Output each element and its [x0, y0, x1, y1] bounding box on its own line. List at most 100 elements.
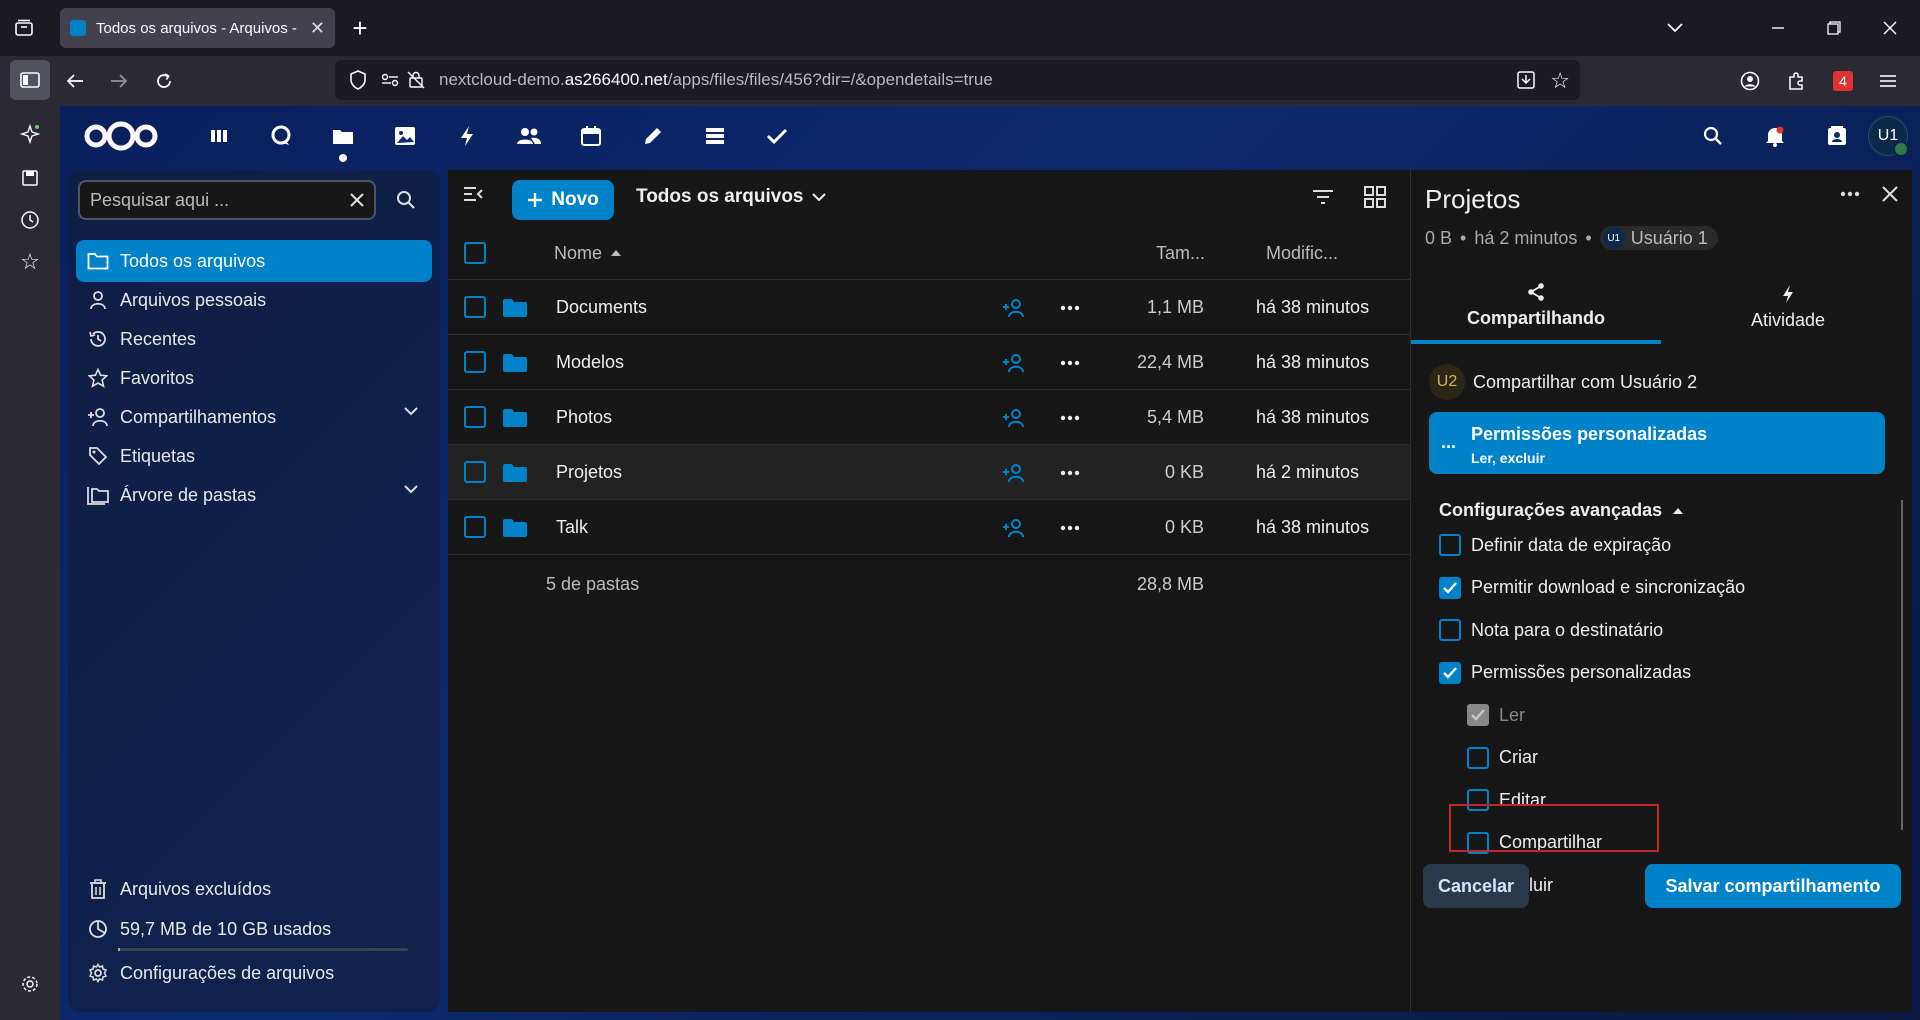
- close-window-icon[interactable]: [1872, 10, 1908, 46]
- share-entry[interactable]: U2 Compartilhar com Usuário 2: [1429, 364, 1697, 400]
- calendar-icon[interactable]: [560, 118, 622, 154]
- user-avatar[interactable]: U1: [1868, 116, 1909, 157]
- table-row[interactable]: Documents 1,1 MB há 38 minutos: [448, 280, 1410, 335]
- bookmark-star-icon[interactable]: ☆: [1550, 68, 1570, 94]
- notes-pencil-icon[interactable]: [622, 118, 684, 154]
- share-person-icon[interactable]: [1002, 280, 1026, 335]
- table-row[interactable]: Talk 0 KB há 38 minutos: [448, 500, 1410, 555]
- nav-item-personal-files[interactable]: Arquivos pessoais: [76, 279, 432, 321]
- customize-sidebar-gear-icon[interactable]: [12, 966, 48, 1002]
- file-name[interactable]: Documents: [556, 280, 647, 335]
- permission-checkbox[interactable]: [1467, 746, 1489, 769]
- table-row[interactable]: Projetos 0 KB há 2 minutos: [448, 445, 1410, 500]
- file-name[interactable]: Photos: [556, 390, 612, 445]
- table-row[interactable]: Photos 5,4 MB há 38 minutos: [448, 390, 1410, 445]
- more-actions-icon[interactable]: [1060, 500, 1080, 555]
- nav-item-tags[interactable]: Etiquetas: [76, 435, 432, 477]
- option-checkbox[interactable]: [1439, 619, 1461, 641]
- forward-icon[interactable]: [101, 63, 137, 99]
- history-icon[interactable]: [12, 202, 48, 238]
- grid-view-icon[interactable]: [1364, 186, 1386, 208]
- scrollbar[interactable]: [1901, 500, 1903, 830]
- save-to-pocket-icon[interactable]: [1516, 70, 1536, 90]
- column-name[interactable]: Nome: [554, 226, 622, 280]
- permissions-icon[interactable]: [381, 73, 399, 87]
- owner-chip[interactable]: U1 Usuário 1: [1599, 226, 1718, 250]
- contacts-icon[interactable]: [498, 118, 560, 154]
- row-checkbox[interactable]: [464, 516, 486, 538]
- file-name[interactable]: Modelos: [556, 335, 624, 390]
- permissions-dropdown[interactable]: ... Permissões personalizadas Ler, exclu…: [1429, 412, 1885, 474]
- more-actions-icon[interactable]: [1060, 335, 1080, 390]
- close-tab-icon[interactable]: ✕: [310, 18, 325, 39]
- advanced-settings-toggle[interactable]: Configurações avançadas: [1439, 500, 1684, 521]
- file-name[interactable]: Talk: [556, 500, 588, 555]
- more-actions-icon[interactable]: [1060, 390, 1080, 445]
- talk-icon[interactable]: [250, 118, 312, 154]
- activity-icon[interactable]: [436, 118, 498, 154]
- row-checkbox[interactable]: [464, 351, 486, 373]
- extension-badge-icon[interactable]: 4: [1825, 63, 1861, 99]
- shield-icon[interactable]: [349, 70, 367, 90]
- advanced-option[interactable]: Permitir download e sincronização: [1439, 576, 1745, 599]
- chevron-down-icon[interactable]: [404, 406, 418, 416]
- account-icon[interactable]: [1732, 63, 1768, 99]
- synced-tabs-icon[interactable]: [12, 160, 48, 196]
- back-icon[interactable]: [57, 63, 93, 99]
- option-checkbox[interactable]: [1439, 534, 1461, 556]
- nextcloud-logo-icon[interactable]: [82, 120, 160, 152]
- row-checkbox[interactable]: [464, 296, 486, 318]
- breadcrumb[interactable]: Todos os arquivos: [636, 186, 826, 208]
- nav-item-quota[interactable]: 59,7 MB de 10 GB usados: [76, 908, 432, 950]
- close-icon[interactable]: [1882, 186, 1898, 202]
- nav-item-files-settings[interactable]: Configurações de arquivos: [76, 952, 432, 994]
- list-all-tabs-icon[interactable]: [1657, 10, 1693, 46]
- files-icon[interactable]: [312, 118, 374, 162]
- more-actions-icon[interactable]: [1060, 445, 1080, 500]
- new-tab-icon[interactable]: +: [342, 10, 378, 46]
- tasks-check-icon[interactable]: [746, 118, 808, 154]
- chevron-down-icon[interactable]: [404, 484, 418, 494]
- restore-icon[interactable]: [1816, 10, 1852, 46]
- tab-list-icon[interactable]: [6, 10, 42, 46]
- permission-option[interactable]: Criar: [1467, 746, 1538, 769]
- collapse-navigation-icon[interactable]: [462, 184, 484, 204]
- menu-icon[interactable]: [1870, 63, 1906, 99]
- advanced-option[interactable]: Nota para o destinatário: [1439, 619, 1663, 641]
- browser-tab[interactable]: Todos os arquivos - Arquivos - N ✕: [60, 8, 335, 48]
- nav-item-favorites[interactable]: Favoritos: [76, 357, 432, 399]
- minimize-icon[interactable]: [1760, 10, 1796, 46]
- notifications-bell-icon[interactable]: [1744, 116, 1806, 156]
- advanced-option[interactable]: Definir data de expiração: [1439, 534, 1671, 556]
- table-row[interactable]: Modelos 22,4 MB há 38 minutos: [448, 335, 1410, 390]
- share-person-icon[interactable]: [1002, 390, 1026, 445]
- share-person-icon[interactable]: [1002, 500, 1026, 555]
- tab-sharing[interactable]: Compartilhando: [1411, 270, 1661, 344]
- nav-item-deleted-files[interactable]: Arquivos excluídos: [76, 868, 432, 910]
- search-input[interactable]: [90, 189, 350, 211]
- extensions-icon[interactable]: [1778, 63, 1814, 99]
- url-bar[interactable]: nextcloud-demo. as266400.net/apps/files/f…: [335, 60, 1580, 100]
- share-person-icon[interactable]: [1002, 335, 1026, 390]
- clear-search-icon[interactable]: [350, 193, 364, 207]
- nav-item-shares[interactable]: Compartilhamentos: [76, 396, 432, 438]
- more-actions-icon[interactable]: [1060, 280, 1080, 335]
- cancel-button[interactable]: Cancelar: [1423, 864, 1529, 908]
- column-size[interactable]: Tam...: [1156, 226, 1205, 280]
- option-checkbox[interactable]: [1439, 661, 1461, 684]
- share-person-icon[interactable]: [1002, 445, 1026, 500]
- option-checkbox[interactable]: [1439, 576, 1461, 599]
- row-checkbox[interactable]: [464, 461, 486, 483]
- photos-icon[interactable]: [374, 118, 436, 154]
- save-share-button[interactable]: Salvar compartilhamento: [1645, 864, 1901, 908]
- nav-item-recent[interactable]: Recentes: [76, 318, 432, 360]
- nav-item-folder-tree[interactable]: Árvore de pastas: [76, 474, 432, 516]
- column-modified[interactable]: Modific...: [1266, 226, 1338, 280]
- filter-icon[interactable]: [1312, 188, 1334, 206]
- dashboard-icon[interactable]: [188, 118, 250, 154]
- row-checkbox[interactable]: [464, 406, 486, 428]
- unified-search-icon[interactable]: [1682, 116, 1744, 156]
- tab-activity[interactable]: Atividade: [1663, 270, 1913, 344]
- ai-chatbot-icon[interactable]: [12, 116, 48, 152]
- advanced-option[interactable]: Permissões personalizadas: [1439, 661, 1691, 684]
